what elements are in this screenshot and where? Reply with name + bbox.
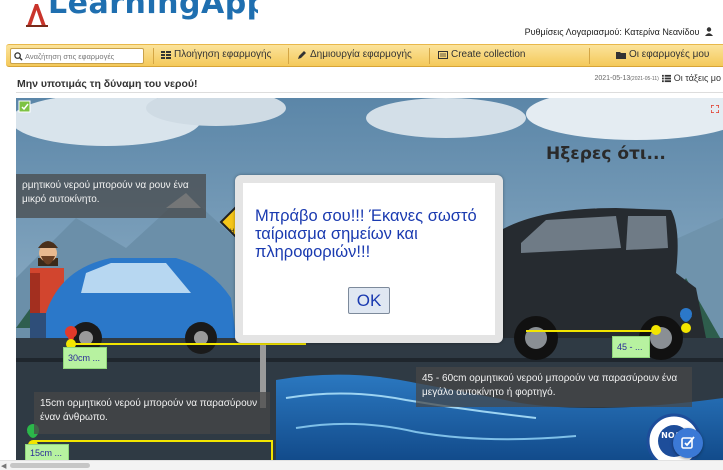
connector-line [526, 330, 656, 332]
nav-divider [153, 48, 154, 64]
page-meta: 2021-05-13(2021-05-11) Οι τάξεις μο [594, 73, 721, 83]
account-settings-link[interactable]: Ρυθμίσεις Λογαριασμού: Κατερίνα Νεανίδου [525, 27, 713, 37]
grid-icon [161, 50, 171, 59]
search-icon [14, 51, 23, 61]
connector-line [271, 440, 273, 460]
connector-line [71, 343, 306, 345]
fullscreen-icon[interactable] [710, 100, 720, 114]
nav-my-apps[interactable]: Οι εφαρμογές μου [616, 49, 709, 60]
ok-button[interactable]: OK [348, 287, 390, 314]
info-box-small-car[interactable]: ρμητικού νερού μπορούν να ρουν ένα μικρό… [16, 174, 206, 218]
search-box[interactable] [10, 48, 144, 64]
horizontal-scrollbar[interactable]: ◀ [0, 460, 723, 470]
nav-divider [589, 48, 590, 64]
nav-create-collection[interactable]: Create collection [438, 49, 525, 60]
nav-browse-label: Πλοήγηση εφαρμογής [174, 49, 272, 60]
nav-divider [429, 48, 430, 64]
success-message: Μπράβο σου!!! Έκανες σωστό ταίριασμα σημ… [255, 207, 477, 261]
success-dialog: Μπράβο σου!!! Έκανες σωστό ταίριασμα σημ… [235, 175, 503, 343]
nav-divider [288, 48, 289, 64]
page-root: LearningApps.org Ρυθμίσεις Λογαριασμού: … [0, 0, 723, 470]
app-corner-icon[interactable] [18, 100, 32, 114]
scroll-left-icon[interactable]: ◀ [1, 462, 6, 470]
main-navbar: Πλοήγηση εφαρμογής Δημιουργία εφαρμογής … [6, 44, 723, 67]
logo-text: LearningApps.org [48, 0, 258, 21]
info-box-large-car[interactable]: 45 - 60cm ορμητικού νερού μπορούν να παρ… [416, 367, 692, 407]
nav-my-apps-label: Οι εφαρμογές μου [629, 49, 710, 60]
scrollbar-thumb[interactable] [10, 463, 90, 468]
tag-30cm[interactable]: 30cm ... [63, 347, 107, 369]
success-dialog-body: Μπράβο σου!!! Έκανες σωστό ταίριασμα σημ… [243, 183, 495, 335]
app-frame[interactable]: NOAA ΑΛ Η ζω Ηξερες ότι... ρ [16, 98, 723, 460]
checkbox-edit-icon [681, 436, 695, 449]
nav-create-app[interactable]: Δημιουργία εφαρμογής [297, 49, 412, 60]
user-icon [705, 27, 713, 36]
page-title: Μην υποτιμάς τη δύναμη του νερού! [17, 78, 198, 90]
nav-browse-apps[interactable]: Πλοήγηση εφαρμογής [161, 49, 271, 60]
logo-mark-icon [26, 4, 48, 27]
my-classes-link[interactable]: Οι τάξεις μο [674, 73, 721, 83]
pencil-icon [298, 50, 306, 59]
nav-collection-label: Create collection [451, 49, 526, 60]
collection-icon [438, 50, 448, 59]
tag-45cm[interactable]: 45 - ... [612, 336, 650, 358]
logo[interactable]: LearningApps.org [18, 0, 258, 40]
list-icon [661, 74, 671, 82]
divider [16, 92, 723, 93]
did-you-know-heading: Ηξερες ότι... [546, 144, 666, 164]
info-box-person[interactable]: 15cm ορμητικού νερού μπορούν να παρασύρο… [34, 392, 270, 434]
search-input[interactable] [25, 51, 143, 61]
app-date: 2021-05-13(2021-05-11) [594, 74, 659, 82]
check-answers-button[interactable] [673, 428, 703, 458]
connector-line [33, 440, 273, 442]
folder-icon [616, 51, 626, 59]
account-label: Ρυθμίσεις Λογαριασμού: Κατερίνα Νεανίδου [524, 27, 700, 37]
nav-create-label: Δημιουργία εφαρμογής [310, 49, 412, 60]
tag-15cm[interactable]: 15cm ... [25, 444, 69, 460]
